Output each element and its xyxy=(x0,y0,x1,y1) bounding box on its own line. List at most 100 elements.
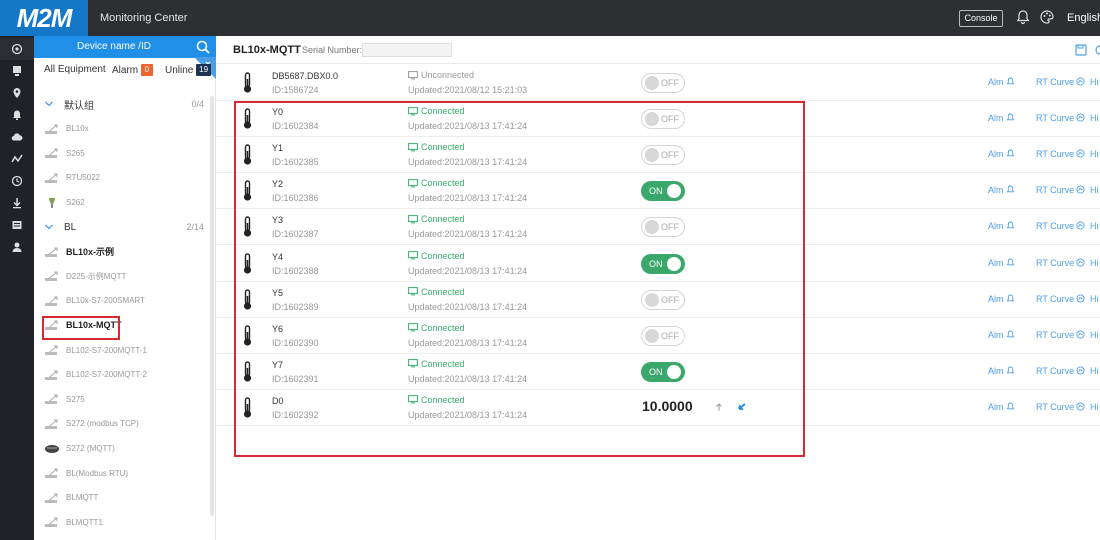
switch-toggle[interactable]: OFF xyxy=(641,145,685,166)
switch-toggle[interactable]: ON xyxy=(641,361,685,382)
alarm-link[interactable]: Alm xyxy=(988,366,1015,376)
skin-icon[interactable] xyxy=(1038,8,1056,26)
cloud-icon[interactable] xyxy=(0,126,34,148)
alarm-link[interactable]: Alm xyxy=(988,330,1015,340)
tree-device-item[interactable]: BLMQTT1 xyxy=(34,510,208,534)
tree-group[interactable]: BL 2/14 xyxy=(34,215,208,239)
chevron-down-icon[interactable] xyxy=(44,222,54,232)
monitor-icon xyxy=(408,359,418,368)
alarm-link[interactable]: Alm xyxy=(988,294,1015,304)
rt-curve-link[interactable]: RT Curve xyxy=(1036,294,1085,304)
rt-curve-link[interactable]: RT Curve xyxy=(1036,330,1085,340)
dashboard-icon[interactable] xyxy=(0,38,34,60)
tree-group[interactable]: 默认组 0/4 xyxy=(34,92,208,116)
search-input[interactable]: Device name /ID xyxy=(34,36,194,58)
app-logo[interactable]: M2M xyxy=(0,0,88,36)
alarm-link[interactable]: Alm xyxy=(988,402,1015,412)
tree-device-item[interactable]: RTU5022 xyxy=(34,166,208,190)
switch-toggle[interactable]: OFF xyxy=(641,109,685,130)
alarm-link[interactable]: Alm xyxy=(988,185,1015,195)
alarm-link[interactable]: Alm xyxy=(988,221,1015,231)
history-link[interactable]: Hi xyxy=(1090,221,1100,231)
rt-curve-link[interactable]: RT Curve xyxy=(1036,77,1085,87)
location-icon[interactable] xyxy=(0,82,34,104)
alarm-link[interactable]: Alm xyxy=(988,113,1015,123)
point-name: Y1 xyxy=(272,143,284,154)
point-name: Y2 xyxy=(272,179,284,190)
tree-device-item[interactable]: BL10x xyxy=(34,117,208,141)
save-icon[interactable] xyxy=(1074,43,1088,57)
tree-device-item[interactable]: S262 xyxy=(34,190,208,214)
alarm-link[interactable]: Alm xyxy=(988,77,1015,87)
switch-toggle[interactable]: ON xyxy=(641,253,685,274)
rt-curve-link[interactable]: RT Curve xyxy=(1036,221,1085,231)
history-link[interactable]: Hi xyxy=(1090,185,1100,195)
tree-scrollbar[interactable] xyxy=(210,96,214,516)
point-id: ID:1586724 xyxy=(272,85,319,95)
tree-device-item[interactable]: BLMQTT xyxy=(34,486,208,510)
tree-device-item[interactable]: BL102-S7-200MQTT-1 xyxy=(34,338,208,362)
tab-all-equipment[interactable]: All Equipment xyxy=(44,64,106,75)
monitor-icon xyxy=(408,214,418,224)
toggle-label: ON xyxy=(649,258,663,269)
bell-icon xyxy=(1006,185,1014,193)
trend-icon[interactable] xyxy=(0,148,34,170)
switch-toggle[interactable]: OFF xyxy=(641,217,685,238)
rt-curve-link[interactable]: RT Curve xyxy=(1036,402,1085,412)
rt-curve-link[interactable]: RT Curve xyxy=(1036,185,1085,195)
connection-label: Connected xyxy=(421,178,465,189)
rt-curve-link[interactable]: RT Curve xyxy=(1036,258,1085,268)
chevron-down-icon[interactable] xyxy=(44,99,54,109)
settings-icon[interactable] xyxy=(1093,43,1100,57)
switch-toggle[interactable]: OFF xyxy=(641,73,685,93)
switch-toggle[interactable]: ON xyxy=(641,181,685,202)
history-icon[interactable] xyxy=(0,170,34,192)
history-link[interactable]: Hi xyxy=(1090,402,1100,412)
connection-status: Connected xyxy=(408,178,465,188)
alarm-link-label: Alm xyxy=(988,401,1004,412)
alarm-icon[interactable] xyxy=(0,104,34,126)
device-search-bar[interactable]: Device name /ID xyxy=(34,36,216,58)
switch-toggle[interactable]: OFF xyxy=(641,289,685,310)
history-link[interactable]: Hi xyxy=(1090,366,1100,376)
history-link[interactable]: Hi xyxy=(1090,294,1100,304)
device-name: D225-示例MQTT xyxy=(66,271,127,281)
tree-device-item[interactable]: S272 (modbus TCP) xyxy=(34,412,208,436)
tree-device-item[interactable]: BL102-S7-200MQTT-2 xyxy=(34,363,208,387)
rt-curve-link[interactable]: RT Curve xyxy=(1036,366,1085,376)
alarm-link[interactable]: Alm xyxy=(988,258,1015,268)
toggle-label: OFF xyxy=(661,114,679,125)
alarm-link[interactable]: Alm xyxy=(988,149,1015,159)
tree-device-item[interactable]: BL(Modbus RTU) xyxy=(34,461,208,485)
rt-curve-link[interactable]: RT Curve xyxy=(1036,149,1085,159)
report-icon[interactable] xyxy=(0,214,34,236)
console-button[interactable]: Console xyxy=(959,10,1003,27)
tree-device-item[interactable]: S272 (MQTT) xyxy=(34,436,208,460)
device-tree-panel: Device name /ID All Equipment Alarm 0 Un… xyxy=(34,36,216,540)
switch-toggle[interactable]: OFF xyxy=(641,325,685,346)
history-link[interactable]: Hi xyxy=(1090,258,1100,268)
bell-icon xyxy=(1006,221,1014,229)
history-link[interactable]: Hi xyxy=(1090,149,1100,159)
search-icon[interactable] xyxy=(195,39,211,55)
history-link[interactable]: Hi xyxy=(1090,113,1100,123)
monitor-icon xyxy=(408,287,418,296)
curve-icon xyxy=(1076,221,1085,230)
tree-device-item[interactable]: S275 xyxy=(34,387,208,411)
equipment-icon[interactable] xyxy=(0,60,34,82)
rt-curve-link[interactable]: RT Curve xyxy=(1036,113,1085,123)
tree-device-item[interactable]: BL10x-示例 xyxy=(34,240,208,264)
tree-device-item[interactable]: D225-示例MQTT xyxy=(34,264,208,288)
bell-icon[interactable] xyxy=(1014,8,1032,26)
tree-device-item[interactable]: S265 xyxy=(34,141,208,165)
tab-alarm[interactable]: Alarm 0 xyxy=(112,64,153,76)
tree-device-item[interactable]: BL10x-S7-200SMART xyxy=(34,289,208,313)
language-selector[interactable]: English xyxy=(1067,0,1100,36)
download-icon[interactable] xyxy=(0,192,34,214)
history-link[interactable]: Hi xyxy=(1090,330,1100,340)
curve-icon xyxy=(1076,366,1085,375)
tab-online[interactable]: Unline 19 xyxy=(165,64,212,76)
history-link[interactable]: Hi xyxy=(1090,77,1100,87)
write-value-icon[interactable] xyxy=(716,400,750,414)
user-icon[interactable] xyxy=(0,236,34,258)
